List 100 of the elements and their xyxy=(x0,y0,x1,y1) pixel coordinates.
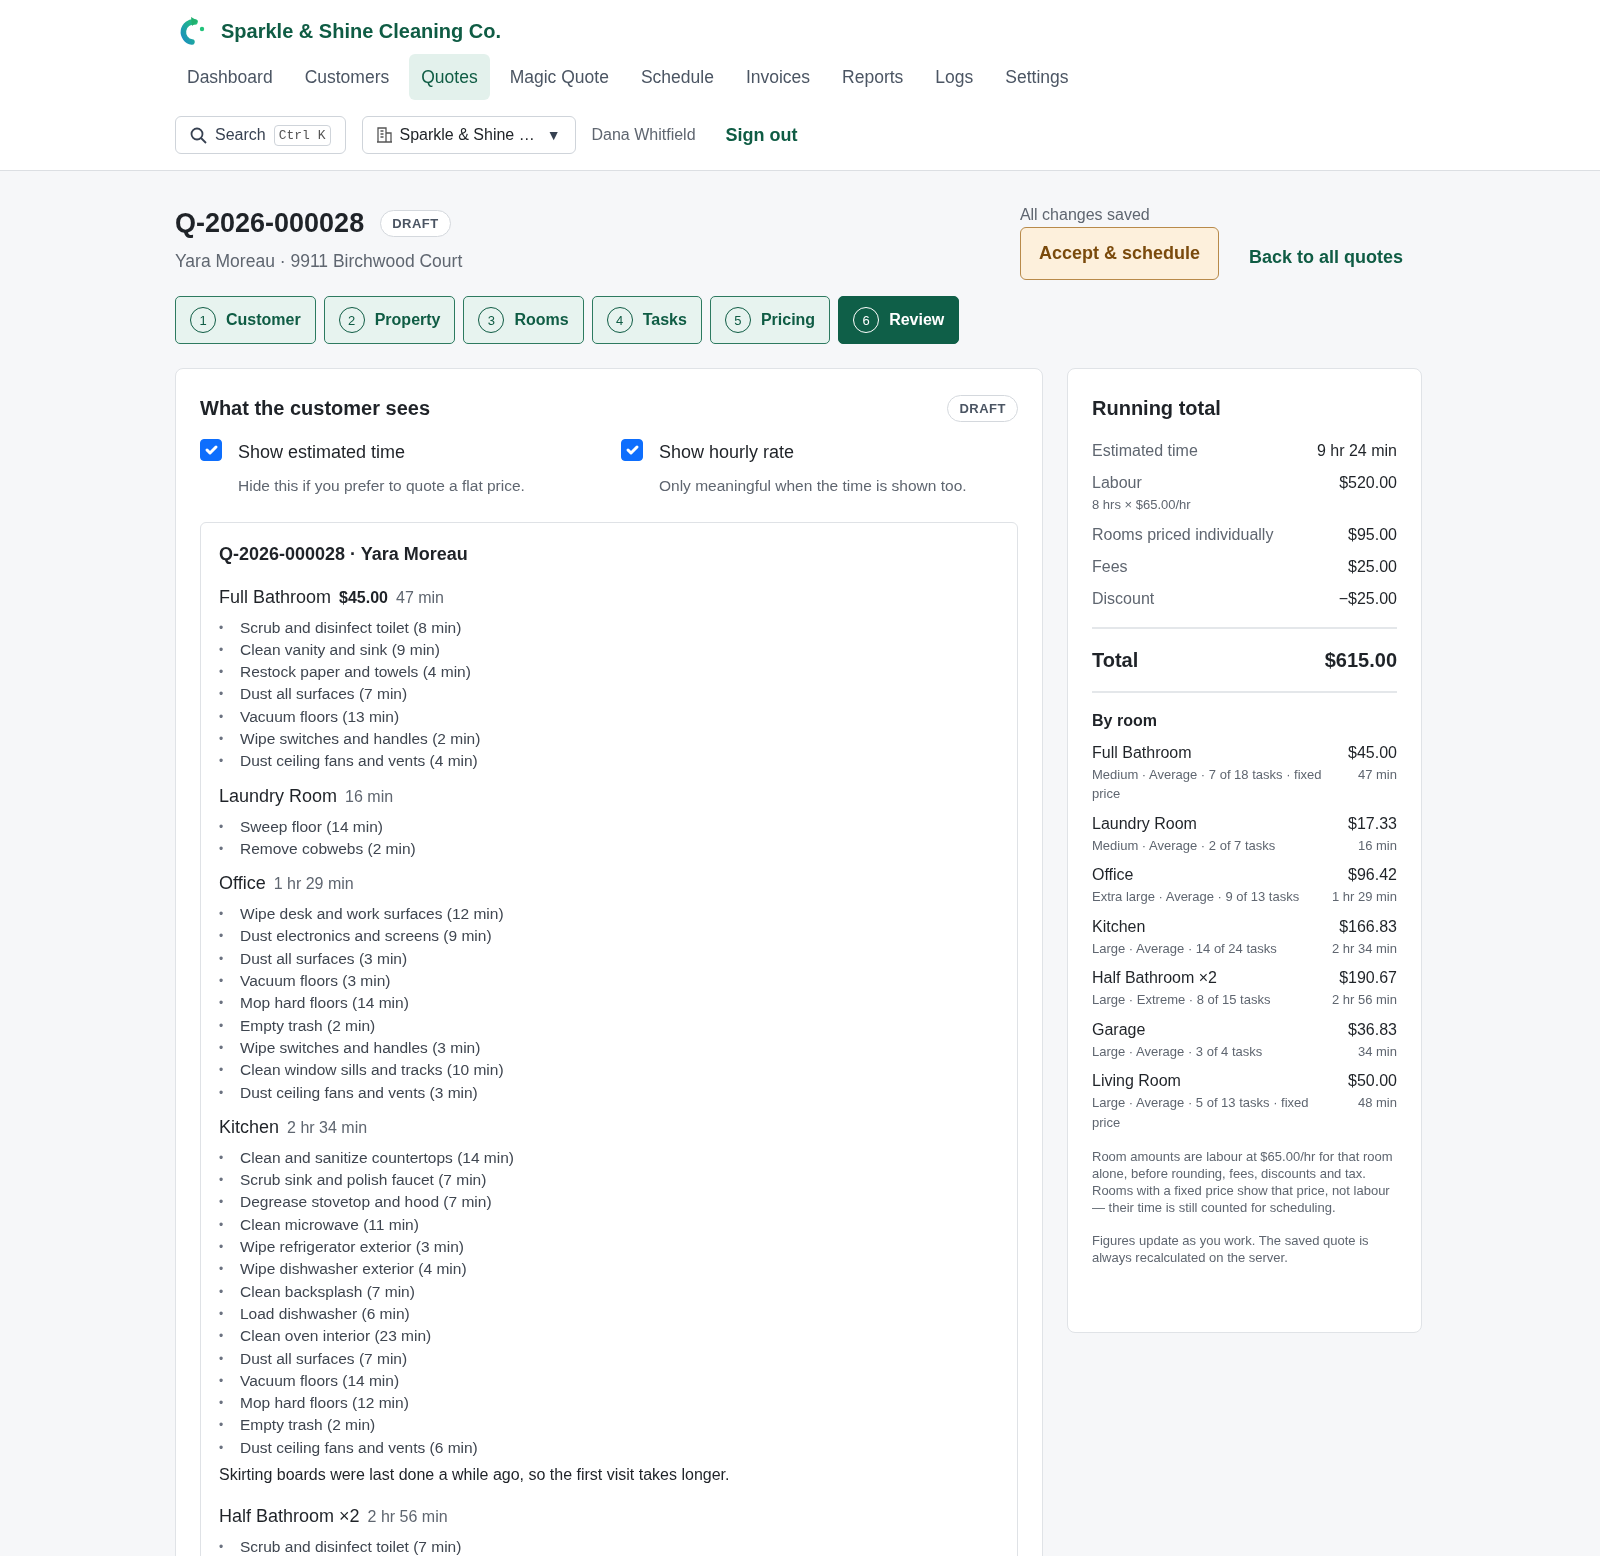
room-note: Skirting boards were last done a while ago, so the first visit takes longer. xyxy=(219,1465,731,1485)
task-item: Scrub and disinfect toilet (7 min) xyxy=(240,1537,462,1556)
task-item: Clean vanity and sink (9 min) xyxy=(240,639,440,660)
task-item: Wipe dishwasher exterior (4 min) xyxy=(240,1259,467,1280)
room-price: $36.83 xyxy=(1348,1019,1397,1040)
nav-link[interactable]: Reports xyxy=(830,54,916,101)
line-value: $520.00 xyxy=(1339,473,1397,494)
task-item: Clean oven interior (23 min) xyxy=(240,1326,432,1347)
back-link[interactable]: Back to all quotes xyxy=(1242,243,1409,273)
room-detail: Large · Average · 3 of 4 tasks xyxy=(1092,1042,1263,1061)
status-badge: DRAFT xyxy=(380,209,451,238)
room-name: Laundry Room xyxy=(1092,813,1198,834)
room-name: Office xyxy=(1092,865,1135,886)
list-bullet: • xyxy=(219,708,225,726)
task-item: Clean microwave (11 min) xyxy=(240,1214,419,1235)
task-item: Clean and sanitize countertops (14 min) xyxy=(240,1147,514,1168)
line-label: Labour xyxy=(1092,473,1143,494)
task-item: Dust all surfaces (3 min) xyxy=(240,948,408,969)
list-bullet: • xyxy=(219,928,225,946)
list-bullet: • xyxy=(219,1149,225,1167)
building-icon xyxy=(376,127,392,144)
room-name: Living Room xyxy=(1092,1071,1182,1092)
task-item: Remove cobwebs (2 min) xyxy=(240,838,416,859)
sign-out-link[interactable]: Sign out xyxy=(719,120,804,150)
list-bullet: • xyxy=(219,1305,225,1323)
list-bullet: • xyxy=(219,1239,225,1257)
room-detail: Large · Extreme · 8 of 15 tasks xyxy=(1092,991,1271,1010)
nav-link[interactable]: Logs xyxy=(923,54,986,101)
list-bullet: • xyxy=(219,1216,225,1234)
task-item: Dust electronics and screens (9 min) xyxy=(240,926,492,947)
task-item: Empty trash (2 min) xyxy=(240,1015,376,1036)
room-time: 1 hr 29 min xyxy=(273,874,354,895)
list-bullet: • xyxy=(219,1283,225,1301)
step-tab[interactable]: 6 Review xyxy=(838,296,960,345)
organization-select[interactable]: Sparkle & Shine … ▼ xyxy=(361,116,576,155)
task-item: Scrub and disinfect toilet (8 min) xyxy=(240,617,462,638)
nav-link[interactable]: Invoices xyxy=(733,54,823,101)
room-time: 16 min xyxy=(345,786,394,807)
list-bullet: • xyxy=(219,1261,225,1279)
list-bullet: • xyxy=(219,840,225,858)
nav-link[interactable]: Magic Quote xyxy=(497,54,621,101)
room-time: 2 hr 34 min xyxy=(287,1117,368,1138)
room-name: Laundry Room xyxy=(219,784,338,808)
room-name: Half Bathroom ×2 xyxy=(219,1505,360,1528)
list-bullet: • xyxy=(219,950,225,968)
room-price: $45.00 xyxy=(1348,742,1397,763)
room-name: Office xyxy=(219,872,266,896)
quote-number: Q-2026-000028 xyxy=(175,207,365,241)
accept-button[interactable]: Accept & schedule xyxy=(1019,227,1219,281)
step-tab[interactable]: 4 Tasks xyxy=(591,296,702,345)
room-time: 34 min xyxy=(1356,1042,1397,1061)
nav-link[interactable]: Settings xyxy=(993,54,1081,101)
line-value: $95.00 xyxy=(1348,524,1397,545)
search-button[interactable]: Search Ctrl K xyxy=(175,116,346,155)
room-detail: Medium · Average · 7 of 18 tasks · fixed price xyxy=(1092,765,1323,804)
task-item: Vacuum floors (14 min) xyxy=(240,1370,400,1391)
list-bullet: • xyxy=(219,619,225,637)
option-label: Show estimated time xyxy=(238,441,407,465)
list-bullet: • xyxy=(219,995,225,1013)
by-room-title: By room xyxy=(1092,710,1158,731)
total-value: $615.00 xyxy=(1324,647,1397,673)
task-item: Clean backsplash (7 min) xyxy=(240,1281,415,1302)
nav-link[interactable]: Quotes xyxy=(409,54,490,101)
step-tab[interactable]: 2 Property xyxy=(323,296,456,345)
nav-link[interactable]: Dashboard xyxy=(175,54,285,101)
line-label: Rooms priced individually xyxy=(1092,524,1274,545)
nav-link[interactable]: Schedule xyxy=(628,54,726,101)
checkbox[interactable] xyxy=(200,439,222,462)
list-bullet: • xyxy=(219,1328,225,1346)
room-time: 2 hr 56 min xyxy=(367,1507,448,1527)
list-bullet: • xyxy=(219,1350,225,1368)
list-bullet: • xyxy=(219,906,225,924)
footnote: Room amounts are labour at $65.00/hr for that room alone, before rounding, fees, discounts and tax. Rooms with a fixed price show that price, not labour — their time is still counted for scheduling. xyxy=(1092,1148,1394,1217)
task-item: Load dishwasher (6 min) xyxy=(240,1303,410,1324)
list-bullet: • xyxy=(219,973,225,991)
list-bullet: • xyxy=(219,686,225,704)
room-time: 1 hr 29 min xyxy=(1331,888,1397,907)
room-price: $166.83 xyxy=(1338,916,1397,937)
room-price: $17.33 xyxy=(1348,813,1397,834)
task-item: Wipe refrigerator exterior (3 min) xyxy=(240,1237,464,1258)
step-tab[interactable]: 3 Rooms xyxy=(463,296,584,345)
step-tab[interactable]: 1 Customer xyxy=(175,296,316,345)
list-bullet: • xyxy=(219,1395,225,1413)
step-tab[interactable]: 5 Pricing xyxy=(709,296,831,345)
list-bullet: • xyxy=(219,1439,225,1457)
brand-name[interactable]: Sparkle & Shine Cleaning Co. xyxy=(221,16,502,46)
organization-name: Sparkle & Shine … xyxy=(399,125,536,146)
room-price: $190.67 xyxy=(1338,968,1397,989)
task-item: Dust ceiling fans and vents (3 min) xyxy=(240,1082,478,1103)
task-item: Clean window sills and tracks (10 min) xyxy=(240,1060,504,1081)
task-item: Dust ceiling fans and vents (4 min) xyxy=(240,751,478,772)
room-detail: Medium · Average · 2 of 7 tasks xyxy=(1092,836,1276,855)
nav-link[interactable]: Customers xyxy=(292,54,402,101)
task-item: Sweep floor (14 min) xyxy=(240,816,383,837)
task-item: Vacuum floors (3 min) xyxy=(240,971,391,992)
footnote: Figures update as you work. The saved quote is always recalculated on the server. xyxy=(1092,1232,1370,1267)
task-item: Mop hard floors (12 min) xyxy=(240,1393,409,1414)
room-price: $96.42 xyxy=(1347,865,1397,886)
checkbox[interactable] xyxy=(621,439,643,462)
section-title: What the customer sees xyxy=(200,396,431,422)
